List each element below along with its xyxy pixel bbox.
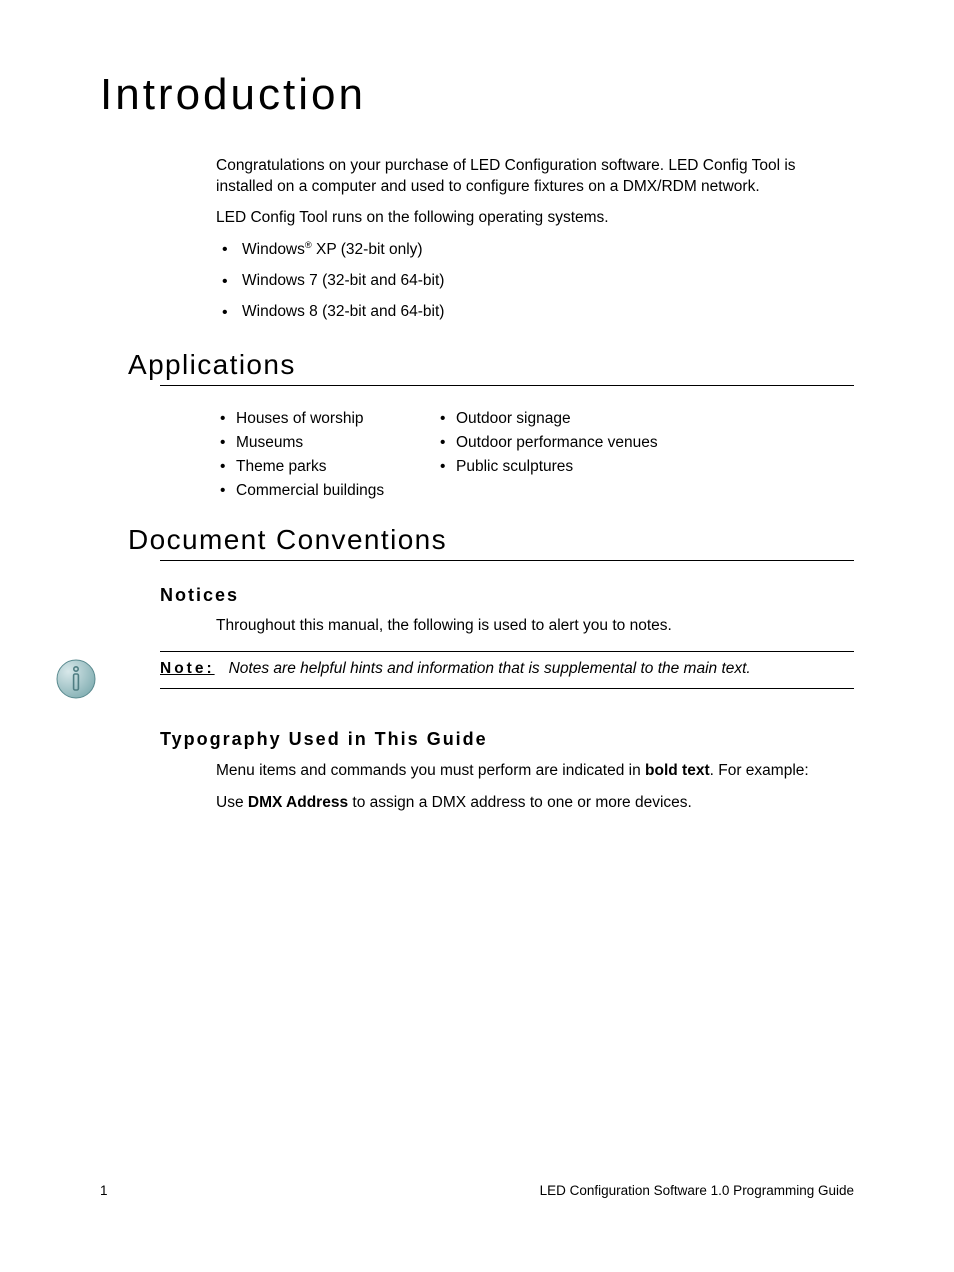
typo-p2-bold: DMX Address — [248, 794, 348, 811]
section-divider — [160, 385, 854, 386]
app-item: Museums — [216, 434, 396, 452]
typo-p1-bold: bold text — [645, 762, 710, 779]
typo-p2-post: to assign a DMX address to one or more d… — [348, 794, 692, 811]
registered-mark: ® — [305, 240, 312, 250]
notices-heading: Notices — [160, 585, 854, 606]
note-label: Note: — [160, 660, 215, 678]
typo-p2-pre: Use — [216, 794, 248, 811]
typography-block: Menu items and commands you must perform… — [216, 760, 854, 815]
page-number: 1 — [100, 1183, 108, 1198]
typo-p2: Use DMX Address to assign a DMX address … — [216, 792, 854, 814]
typo-p1: Menu items and commands you must perform… — [216, 760, 854, 782]
os-list: Windows® XP (32-bit only) Windows 7 (32-… — [216, 239, 854, 323]
conventions-heading: Document Conventions — [128, 524, 854, 556]
intro-p2: LED Config Tool runs on the following op… — [216, 208, 854, 229]
page-footer: 1 LED Configuration Software 1.0 Program… — [100, 1183, 854, 1198]
document-page: Introduction Congratulations on your pur… — [0, 0, 954, 1272]
intro-block: Congratulations on your purchase of LED … — [216, 156, 854, 323]
os-item: Windows 8 (32-bit and 64-bit) — [216, 302, 854, 323]
note-row: Note: Notes are helpful hints and inform… — [50, 651, 854, 701]
info-icon — [54, 657, 98, 701]
app-item: Outdoor performance venues — [436, 434, 658, 452]
app-item: Outdoor signage — [436, 410, 658, 428]
note-text: Notes are helpful hints and information … — [229, 660, 751, 678]
app-item: Public sculptures — [436, 458, 658, 476]
applications-heading: Applications — [128, 349, 854, 381]
app-item: Theme parks — [216, 458, 396, 476]
note-content: Note: Notes are helpful hints and inform… — [160, 651, 854, 689]
app-item: Houses of worship — [216, 410, 396, 428]
applications-col2: Outdoor signage Outdoor performance venu… — [436, 410, 658, 506]
app-item: Commercial buildings — [216, 482, 396, 500]
typo-p1-pre: Menu items and commands you must perform… — [216, 762, 645, 779]
typography-heading: Typography Used in This Guide — [160, 729, 854, 750]
os-item: Windows® XP (32-bit only) — [216, 239, 854, 261]
os-text: Windows — [242, 241, 305, 258]
os-item: Windows 7 (32-bit and 64-bit) — [216, 271, 854, 292]
notices-block: Throughout this manual, the following is… — [216, 616, 854, 637]
footer-label: LED Configuration Software 1.0 Programmi… — [540, 1183, 854, 1198]
typo-p1-post: . For example: — [710, 762, 809, 779]
section-divider — [160, 560, 854, 561]
os-text-tail: XP (32-bit only) — [312, 241, 423, 258]
intro-p1: Congratulations on your purchase of LED … — [216, 156, 854, 198]
applications-columns: Houses of worship Museums Theme parks Co… — [216, 410, 854, 506]
applications-col1: Houses of worship Museums Theme parks Co… — [216, 410, 396, 506]
notices-text: Throughout this manual, the following is… — [216, 616, 854, 637]
page-title: Introduction — [100, 70, 854, 120]
note-icon-wrap — [50, 651, 160, 701]
